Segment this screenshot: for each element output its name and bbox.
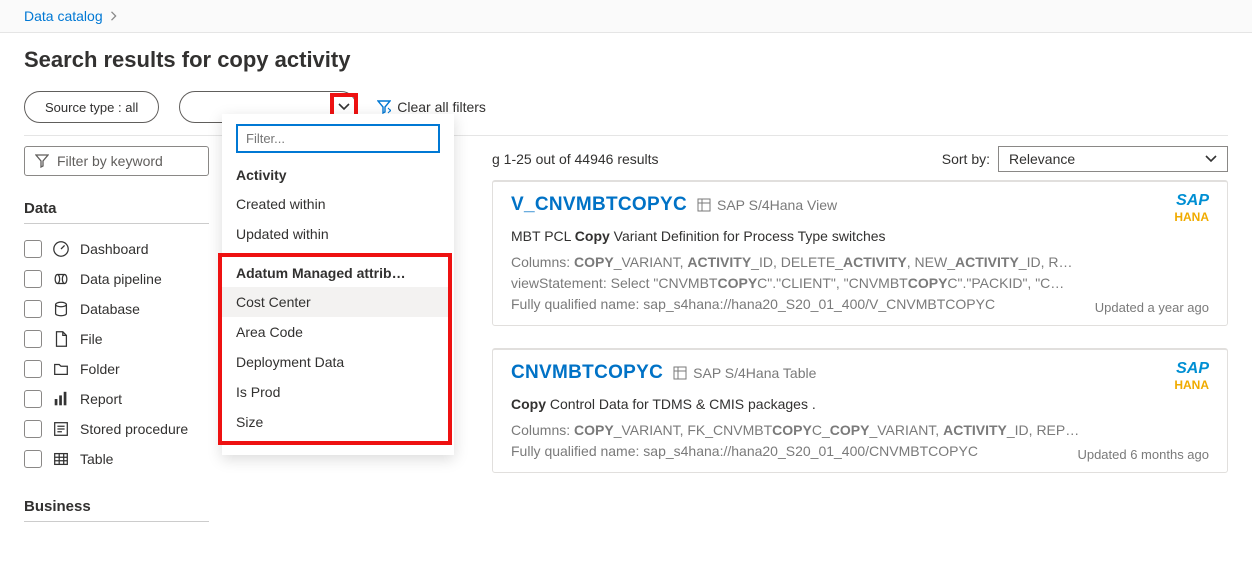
sap-hana-badge: SAPHANA — [1174, 360, 1209, 392]
checkbox[interactable] — [24, 300, 42, 318]
checkbox[interactable] — [24, 450, 42, 468]
facet-label: Data pipeline — [80, 271, 162, 287]
clear-filter-icon — [377, 100, 391, 114]
result-updated: Updated 6 months ago — [1077, 447, 1209, 462]
facet-item-file[interactable]: File — [24, 324, 224, 354]
result-title[interactable]: V_CNVMBTCOPYC — [511, 194, 687, 216]
table-icon — [52, 450, 70, 468]
result-subtype: SAP S/4Hana Table — [673, 365, 816, 381]
sort-select[interactable]: Relevance — [998, 146, 1228, 172]
facet-label: Dashboard — [80, 241, 149, 257]
facet-label: Stored procedure — [80, 421, 188, 437]
asset-type-icon — [673, 366, 687, 380]
checkbox[interactable] — [24, 330, 42, 348]
facet-label: Report — [80, 391, 122, 407]
breadcrumb-root[interactable]: Data catalog — [24, 8, 103, 24]
chevron-down-icon — [338, 103, 350, 111]
checkbox[interactable] — [24, 360, 42, 378]
source-type-label: Source type : all — [45, 100, 138, 115]
chevron-down-icon — [1205, 155, 1217, 163]
facet-item-report[interactable]: Report — [24, 384, 224, 414]
dropdown-item[interactable]: Updated within — [222, 219, 454, 249]
facet-item-table[interactable]: Table — [24, 444, 224, 474]
result-description: Copy Control Data for TDMS & CMIS packag… — [511, 396, 1209, 412]
attribute-dropdown-panel: Activity Created withinUpdated within Ad… — [222, 114, 454, 455]
facet-label: File — [80, 331, 103, 347]
asset-type-icon — [697, 198, 711, 212]
pipeline-icon — [52, 270, 70, 288]
sort-by-label: Sort by: — [942, 151, 990, 167]
page-title: Search results for copy activity — [0, 33, 1252, 79]
facet-item-sproc[interactable]: Stored procedure — [24, 414, 224, 444]
filter-keyword-placeholder: Filter by keyword — [57, 153, 163, 169]
facet-item-folder[interactable]: Folder — [24, 354, 224, 384]
breadcrumb: Data catalog — [0, 0, 1252, 33]
database-icon — [52, 300, 70, 318]
result-updated: Updated a year ago — [1095, 300, 1209, 315]
dropdown-item[interactable]: Created within — [222, 189, 454, 219]
facet-label: Table — [80, 451, 113, 467]
facet-item-dashboard[interactable]: Dashboard — [24, 234, 224, 264]
facet-label: Folder — [80, 361, 120, 377]
checkbox[interactable] — [24, 420, 42, 438]
result-description: MBT PCL Copy Variant Definition for Proc… — [511, 228, 1209, 244]
checkbox[interactable] — [24, 390, 42, 408]
dropdown-item[interactable]: Is Prod — [222, 377, 448, 407]
result-card[interactable]: CNVMBTCOPYC SAP S/4Hana Table SAPHANA Copy… — [492, 348, 1228, 473]
facet-label: Database — [80, 301, 140, 317]
folder-icon — [52, 360, 70, 378]
checkbox[interactable] — [24, 270, 42, 288]
clear-filters-label: Clear all filters — [397, 99, 486, 115]
facet-column: Filter by keyword Data Dashboard Data pip… — [24, 146, 224, 522]
facet-section-data: Data — [24, 194, 209, 224]
dropdown-item[interactable]: Area Code — [222, 317, 448, 347]
facet-item-database[interactable]: Database — [24, 294, 224, 324]
dropdown-item[interactable]: Size — [222, 407, 448, 437]
result-title[interactable]: CNVMBTCOPYC — [511, 362, 663, 384]
chevron-right-icon — [109, 11, 119, 21]
facet-section-business: Business — [24, 492, 209, 522]
sort-value: Relevance — [1009, 151, 1075, 167]
sproc-icon — [52, 420, 70, 438]
checkbox[interactable] — [24, 240, 42, 258]
dropdown-item[interactable]: Deployment Data — [222, 347, 448, 377]
file-icon — [52, 330, 70, 348]
source-type-pill[interactable]: Source type : all — [24, 91, 159, 123]
funnel-icon — [35, 154, 49, 168]
dropdown-group-adatum: Adatum Managed attrib… — [222, 257, 448, 287]
facet-item-pipeline[interactable]: Data pipeline — [24, 264, 224, 294]
report-icon — [52, 390, 70, 408]
filter-keyword-input[interactable]: Filter by keyword — [24, 146, 209, 176]
result-card[interactable]: V_CNVMBTCOPYC SAP S/4Hana View SAPHANA MBT… — [492, 180, 1228, 326]
clear-filters-button[interactable]: Clear all filters — [377, 99, 486, 115]
results-count: g 1-25 out of 44946 results — [492, 151, 659, 167]
dropdown-group-activity: Activity — [222, 159, 454, 189]
highlighted-attribute-group: Adatum Managed attrib… Cost CenterArea C… — [218, 253, 452, 445]
dropdown-filter-input[interactable] — [236, 124, 440, 153]
result-subtype: SAP S/4Hana View — [697, 197, 837, 213]
filter-row: Source type : all Clear all filters — [0, 79, 1252, 131]
sap-hana-badge: SAPHANA — [1174, 192, 1209, 224]
dropdown-item[interactable]: Cost Center — [222, 287, 448, 317]
dashboard-icon — [52, 240, 70, 258]
